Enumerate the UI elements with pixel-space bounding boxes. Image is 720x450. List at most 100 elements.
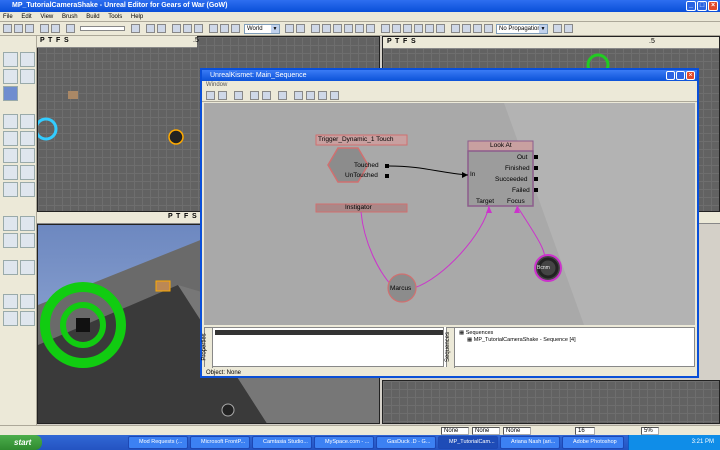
window-icon[interactable] — [146, 24, 155, 33]
menu-brush[interactable]: Brush — [62, 14, 78, 20]
view-letter-f[interactable]: F — [184, 213, 188, 220]
build-icon[interactable] — [209, 24, 218, 33]
play-icon[interactable] — [381, 24, 390, 33]
volume-brush-tool[interactable] — [3, 182, 18, 197]
view-letter-p[interactable]: P — [40, 37, 45, 44]
taskbar-item[interactable]: Ariana Nash (ari... — [500, 436, 560, 449]
connect-icon-2[interactable] — [564, 24, 573, 33]
curve-icon[interactable] — [278, 91, 287, 100]
save-icon[interactable] — [25, 24, 34, 33]
taskbar-item[interactable]: Mod Requests (... — [128, 436, 188, 449]
menu-edit[interactable]: Edit — [21, 14, 31, 20]
cylinder-brush-tool[interactable] — [3, 131, 18, 146]
cube-brush-tool[interactable] — [3, 114, 18, 129]
spiral-brush-tool[interactable] — [20, 148, 35, 163]
grid-icon-6[interactable] — [366, 24, 375, 33]
view-letter-t[interactable]: T — [176, 213, 180, 220]
tt-icon[interactable] — [250, 91, 259, 100]
taskbar-item[interactable]: Microsoft FrontP... — [190, 436, 250, 449]
grid-icon-3[interactable] — [333, 24, 342, 33]
connect-icon[interactable] — [553, 24, 562, 33]
cone-brush-tool[interactable] — [20, 114, 35, 129]
grid-icon-2[interactable] — [322, 24, 331, 33]
texture-mode-tool[interactable] — [3, 86, 18, 101]
view-letter-p[interactable]: P — [168, 213, 173, 220]
tool-icon-d[interactable] — [484, 24, 493, 33]
tool-icon-b[interactable] — [462, 24, 471, 33]
csg-add-tool[interactable] — [3, 216, 18, 231]
invert-selection-tool[interactable] — [20, 311, 35, 326]
kismet-close-button[interactable]: × — [686, 71, 695, 80]
sequences-panel[interactable]: Sequences ▦ Sequences ▦ MP_TutorialCamer… — [445, 327, 695, 368]
window-icon-2[interactable] — [157, 24, 166, 33]
view-letter-f[interactable]: F — [56, 37, 60, 44]
front-viewport[interactable] — [382, 380, 720, 424]
show-selected-tool[interactable] — [3, 294, 18, 309]
build-icon-3[interactable] — [231, 24, 240, 33]
stairs-brush-tool[interactable] — [3, 148, 18, 163]
find-icon[interactable] — [306, 91, 315, 100]
menu-view[interactable]: View — [40, 14, 53, 20]
curved-brush-tool[interactable] — [3, 165, 18, 180]
camera-mode-tool[interactable] — [3, 52, 18, 67]
kismet-menu-window[interactable]: Window — [206, 82, 227, 88]
gear-icon-2[interactable] — [296, 24, 305, 33]
maximize-button[interactable]: □ — [697, 1, 707, 11]
rename-sequence-icon[interactable] — [218, 91, 227, 100]
close-button[interactable]: × — [708, 1, 718, 11]
grid-size-field[interactable]: 16 — [575, 427, 595, 435]
view-letter-t[interactable]: T — [48, 37, 52, 44]
tool-icon-c[interactable] — [473, 24, 482, 33]
redo-icon[interactable] — [51, 24, 60, 33]
play-icon-2[interactable] — [392, 24, 401, 33]
undo-icon[interactable] — [40, 24, 49, 33]
coord-system-select[interactable]: World ▼ — [244, 24, 280, 34]
wrench-icon[interactable] — [436, 24, 445, 33]
wrench-icon[interactable] — [318, 91, 327, 100]
sphere-brush-tool[interactable] — [20, 165, 35, 180]
taskbar-item[interactable]: Camtasia Studio... — [252, 436, 312, 449]
camera-icon[interactable] — [131, 24, 140, 33]
grid-icon[interactable] — [311, 24, 320, 33]
lightbulb-icon[interactable] — [425, 24, 434, 33]
k-icon[interactable] — [330, 91, 339, 100]
custom-brush-tool[interactable] — [20, 182, 35, 197]
menu-help[interactable]: Help — [131, 14, 143, 20]
taskbar-item[interactable]: GasDuck .D - G... — [376, 436, 436, 449]
kismet-maximize-button[interactable] — [676, 71, 685, 80]
sequence-tree-item[interactable]: ▦ MP_TutorialCameraShake - Sequence [4] — [467, 337, 576, 343]
kismet-minimize-button[interactable] — [666, 71, 675, 80]
taskbar-item[interactable]: Adobe Photoshop — [562, 436, 624, 449]
add-volume-tool[interactable] — [3, 260, 18, 275]
geometry-mode-tool[interactable] — [20, 52, 35, 67]
sequence-tree-root[interactable]: ▦ Sequences — [459, 330, 493, 336]
csg-intersect-tool[interactable] — [3, 233, 18, 248]
taskbar-item[interactable]: MySpace.com - ... — [314, 436, 374, 449]
kismet-icon[interactable] — [403, 24, 412, 33]
menu-file[interactable]: File — [3, 14, 13, 20]
search-icon[interactable] — [294, 91, 303, 100]
properties-panel[interactable]: Properties — [202, 327, 444, 368]
brush-icon[interactable] — [172, 24, 181, 33]
slider-track[interactable] — [80, 26, 125, 31]
grid-icon-5[interactable] — [355, 24, 364, 33]
tt-icon-2[interactable] — [262, 91, 271, 100]
gear-icon[interactable] — [285, 24, 294, 33]
new-icon[interactable] — [3, 24, 12, 33]
terrain-mode-tool[interactable] — [3, 69, 18, 84]
properties-tab[interactable]: Properties — [202, 328, 213, 368]
build-icon-2[interactable] — [220, 24, 229, 33]
minimize-button[interactable]: _ — [686, 1, 696, 11]
view-letter-s[interactable]: S — [192, 213, 197, 220]
menu-tools[interactable]: Tools — [108, 14, 122, 20]
select-all-tool[interactable] — [3, 311, 18, 326]
view-letter-s[interactable]: S — [64, 37, 69, 44]
view-icon[interactable] — [234, 91, 243, 100]
tool-icon-a[interactable] — [451, 24, 460, 33]
csg-deintersect-tool[interactable] — [20, 233, 35, 248]
open-icon[interactable] — [14, 24, 23, 33]
matinee-icon[interactable] — [414, 24, 423, 33]
grid-icon-4[interactable] — [344, 24, 353, 33]
move-tool[interactable] — [20, 69, 35, 84]
search-icon[interactable] — [66, 24, 75, 33]
